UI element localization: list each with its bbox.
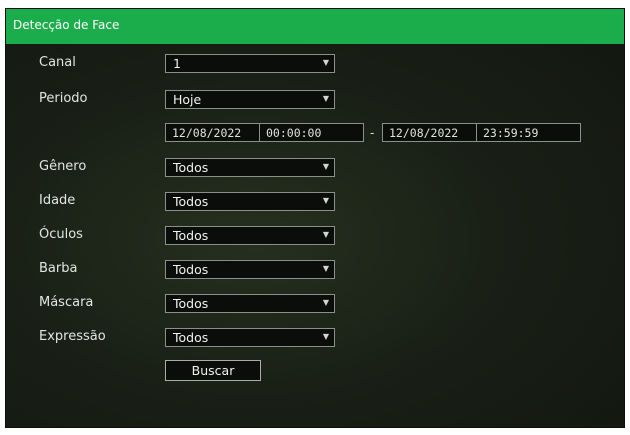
periodo-label: Periodo: [39, 91, 88, 106]
field-divider: [259, 124, 260, 141]
idade-label: Idade: [39, 193, 76, 208]
search-button[interactable]: Buscar: [165, 360, 261, 381]
title-bar: Detecção de Face: [6, 9, 624, 44]
range-separator: -: [370, 126, 375, 140]
caret-down-icon: ▼: [322, 196, 329, 205]
start-date[interactable]: 12/08/2022: [172, 126, 241, 140]
barba-label: Barba: [39, 261, 78, 276]
caret-down-icon: ▼: [322, 230, 329, 239]
canal-label: Canal: [39, 55, 76, 70]
caret-down-icon: ▼: [322, 162, 329, 171]
canal-select[interactable]: 1 ▼: [165, 54, 335, 73]
start-datetime-field[interactable]: 12/08/2022 00:00:00: [165, 123, 364, 142]
caret-down-icon: ▼: [322, 58, 329, 67]
expressao-label: Expressão: [39, 329, 106, 344]
mascara-select[interactable]: Todos ▼: [165, 294, 335, 313]
end-time[interactable]: 23:59:59: [483, 126, 538, 140]
periodo-select[interactable]: Hoje ▼: [165, 90, 335, 109]
caret-down-icon: ▼: [322, 264, 329, 273]
genero-label: Gênero: [39, 159, 87, 174]
face-detection-dialog: Detecção de Face Canal 1 ▼ Periodo Hoje …: [5, 8, 625, 428]
caret-down-icon: ▼: [322, 94, 329, 103]
start-time[interactable]: 00:00:00: [266, 126, 321, 140]
window-title: Detecção de Face: [13, 18, 120, 32]
oculos-label: Óculos: [39, 227, 83, 242]
end-datetime-field[interactable]: 12/08/2022 23:59:59: [382, 123, 581, 142]
caret-down-icon: ▼: [322, 332, 329, 341]
idade-value: Todos: [173, 194, 209, 209]
barba-select[interactable]: Todos ▼: [165, 260, 335, 279]
end-date[interactable]: 12/08/2022: [389, 126, 458, 140]
periodo-value: Hoje: [173, 92, 202, 107]
mascara-label: Máscara: [39, 295, 94, 310]
expressao-value: Todos: [173, 330, 209, 345]
canal-value: 1: [173, 56, 181, 71]
idade-select[interactable]: Todos ▼: [165, 192, 335, 211]
barba-value: Todos: [173, 262, 209, 277]
field-divider: [476, 124, 477, 141]
genero-value: Todos: [173, 160, 209, 175]
mascara-value: Todos: [173, 296, 209, 311]
caret-down-icon: ▼: [322, 298, 329, 307]
oculos-value: Todos: [173, 228, 209, 243]
oculos-select[interactable]: Todos ▼: [165, 226, 335, 245]
genero-select[interactable]: Todos ▼: [165, 158, 335, 177]
expressao-select[interactable]: Todos ▼: [165, 328, 335, 347]
